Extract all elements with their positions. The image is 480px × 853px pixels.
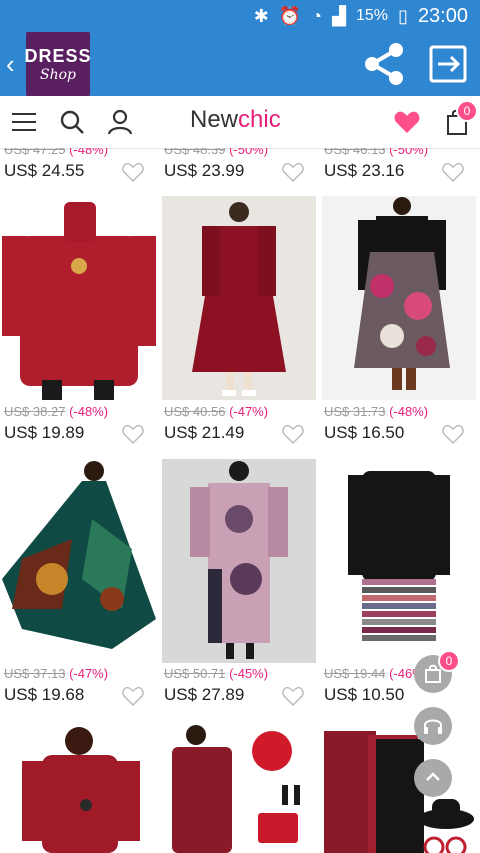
original-price: US$ 38.27: [4, 404, 66, 419]
wishlist-heart-icon[interactable]: [394, 110, 420, 134]
brand-logo[interactable]: Newchic: [190, 106, 281, 134]
original-price-line: US$ 40.56 (-47%): [164, 404, 324, 419]
favorite-heart-icon[interactable]: [122, 424, 144, 444]
favorite-heart-icon[interactable]: [282, 424, 304, 444]
product-image-burgundy-maxi-dress[interactable]: [162, 196, 316, 400]
status-bar: ✱ ⏰ ◔ ▟ 15% ▯ 23:00: [0, 0, 480, 32]
favorite-heart-icon[interactable]: [282, 686, 304, 706]
original-price-line: US$ 48.39 (-50%): [164, 148, 324, 157]
discount: (-47%): [69, 666, 109, 681]
original-price-line: US$ 37.13 (-47%): [4, 666, 164, 681]
sale-price: US$ 10.50: [324, 685, 405, 704]
account-icon[interactable]: [106, 108, 134, 136]
product-image-floral-maxi-dress[interactable]: [322, 196, 476, 400]
battery-icon: ▯: [398, 5, 408, 26]
alarm-icon: ⏰: [278, 5, 302, 26]
discount: (-50%): [389, 148, 429, 157]
customer-service-button[interactable]: [414, 707, 452, 745]
discount: (-48%): [69, 148, 109, 157]
arrow-up-icon: [426, 772, 440, 781]
product-image-paisley-shift-dress[interactable]: [162, 459, 316, 663]
logo-text-sub: Shop: [40, 66, 76, 83]
favorite-heart-icon[interactable]: [122, 686, 144, 706]
favorite-heart-icon[interactable]: [282, 162, 304, 182]
original-price: US$ 50.71: [164, 666, 226, 681]
product-image-red-dress-accessories[interactable]: [162, 721, 316, 853]
brand-text-chic: chic: [238, 106, 281, 133]
headset-icon: [424, 719, 442, 734]
original-price-line: US$ 50.71 (-45%): [164, 666, 324, 681]
original-price-line: US$ 46.13 (-50%): [324, 148, 480, 157]
search-icon[interactable]: [58, 108, 86, 136]
product-image-stripe-dress[interactable]: [322, 459, 476, 663]
discount: (-45%): [229, 666, 269, 681]
product-grid: US$ 47.25 (-48%) US$ 24.55 US$ 48.39 (-5…: [0, 148, 480, 853]
discount: (-48%): [389, 404, 429, 419]
discount: (-50%): [229, 148, 269, 157]
product-image-teal-print-dress[interactable]: [2, 459, 156, 663]
clock: 23:00: [417, 4, 468, 27]
original-price-line: US$ 31.73 (-48%): [324, 404, 480, 419]
product-card[interactable]: US$ 31.73 (-48%) US$ 16.50: [324, 404, 480, 444]
exit-icon[interactable]: [428, 44, 468, 84]
product-card[interactable]: US$ 37.13 (-47%) US$ 19.68: [4, 666, 164, 706]
favorite-heart-icon[interactable]: [442, 162, 464, 182]
original-price-line: US$ 38.27 (-48%): [4, 404, 164, 419]
menu-icon[interactable]: [10, 108, 38, 136]
original-price-line: US$ 47.25 (-48%): [4, 148, 164, 157]
original-price: US$ 46.13: [324, 148, 386, 157]
original-price: US$ 37.13: [4, 666, 66, 681]
app-logo: DRESS Shop: [24, 32, 92, 96]
back-icon[interactable]: ‹: [6, 50, 24, 78]
brand-text-new: New: [190, 106, 239, 133]
original-price: US$ 31.73: [324, 404, 386, 419]
original-price: US$ 47.25: [4, 148, 66, 157]
product-image-red-turtleneck-dress[interactable]: [2, 196, 156, 400]
wifi-icon: ◔: [311, 5, 323, 26]
discount: (-47%): [229, 404, 269, 419]
share-icon[interactable]: [360, 40, 408, 88]
product-image-red-knit-dress[interactable]: [2, 721, 156, 853]
battery-percent: 15%: [356, 7, 389, 24]
product-card[interactable]: US$ 47.25 (-48%) US$ 24.55: [4, 148, 164, 182]
signal-icon: ▟: [332, 5, 346, 26]
product-card[interactable]: US$ 46.13 (-50%) US$ 23.16: [324, 148, 480, 182]
logo-text-main: DRESS: [24, 45, 92, 66]
discount: (-48%): [69, 404, 109, 419]
site-header: Newchic 0: [0, 96, 480, 149]
status-icons: ✱ ⏰ ◔ ▟ 15% ▯ 23:00: [254, 0, 468, 32]
original-price: US$ 48.39: [164, 148, 226, 157]
product-card[interactable]: US$ 50.71 (-45%) US$ 27.89: [164, 666, 324, 706]
favorite-heart-icon[interactable]: [442, 424, 464, 444]
original-price: US$ 19.44: [324, 666, 386, 681]
cart-count-badge: 0: [456, 100, 478, 122]
product-card[interactable]: US$ 19.44 (-46%) US$ 10.50: [324, 666, 480, 705]
product-card[interactable]: US$ 38.27 (-48%) US$ 19.89: [4, 404, 164, 444]
app-bar: ‹ DRESS Shop: [0, 32, 480, 96]
product-image-coats-hat[interactable]: [322, 721, 476, 853]
bluetooth-icon: ✱: [253, 5, 269, 26]
product-card[interactable]: US$ 40.56 (-47%) US$ 21.49: [164, 404, 324, 444]
floating-cart-count-badge: 0: [438, 650, 460, 672]
product-card[interactable]: US$ 48.39 (-50%) US$ 23.99: [164, 148, 324, 182]
original-price: US$ 40.56: [164, 404, 226, 419]
favorite-heart-icon[interactable]: [122, 162, 144, 182]
back-to-top-button[interactable]: [414, 759, 452, 797]
